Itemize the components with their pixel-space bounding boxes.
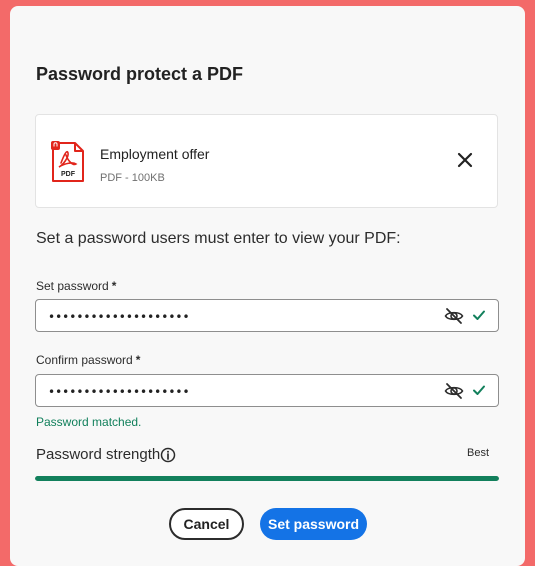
pdf-icon-label: PDF	[61, 171, 76, 178]
confirm-password-label: Confirm password *	[36, 353, 140, 367]
file-card: PDF Employment offer PDF - 100KB	[35, 114, 498, 208]
required-mark: *	[111, 279, 117, 293]
confirm-password-field[interactable]	[35, 374, 499, 408]
file-meta: PDF - 100KB	[100, 172, 165, 184]
close-icon[interactable]	[455, 150, 475, 170]
set-password-input[interactable]	[46, 300, 430, 333]
file-name: Employment offer	[100, 146, 210, 162]
password-match-message: Password matched.	[36, 415, 142, 429]
password-strength-label: Password strength	[36, 446, 161, 463]
eye-off-icon[interactable]	[444, 306, 464, 326]
instructions-text: Set a password users must enter to view …	[36, 230, 401, 247]
set-password-label: Set password *	[36, 279, 116, 293]
password-strength-value: Best	[466, 447, 489, 459]
eye-off-icon[interactable]	[444, 381, 464, 401]
set-password-label-text: Set password	[36, 279, 109, 293]
confirm-password-label-text: Confirm password	[36, 353, 133, 367]
checkmark-icon	[473, 385, 485, 395]
set-password-field[interactable]	[35, 299, 499, 333]
cancel-button[interactable]: Cancel	[169, 508, 244, 540]
password-strength-meter	[35, 476, 499, 481]
info-icon[interactable]	[160, 447, 176, 463]
pdf-file-icon: PDF	[51, 141, 84, 182]
dialog-title: Password protect a PDF	[36, 64, 244, 84]
checkmark-icon	[473, 310, 485, 320]
confirm-password-input[interactable]	[46, 375, 430, 408]
password-protect-dialog: Password protect a PDF PDF Employment of…	[10, 6, 525, 566]
required-mark: *	[135, 353, 141, 367]
password-strength-meter-fill	[35, 476, 499, 481]
set-password-button[interactable]: Set password	[260, 508, 367, 540]
